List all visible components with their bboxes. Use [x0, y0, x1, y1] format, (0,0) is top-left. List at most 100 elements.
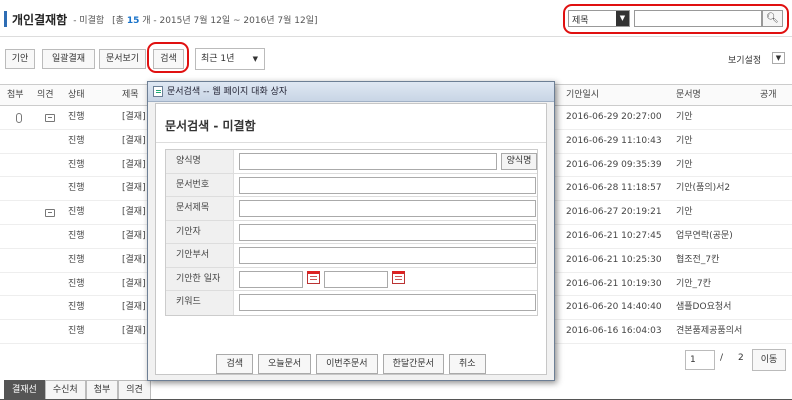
- search-button[interactable]: 🔍︎: [762, 10, 783, 27]
- form-row-form-name: 양식명 양식명: [166, 150, 537, 174]
- draft-date-label: 기안한 일자: [166, 267, 234, 290]
- view-settings-dropdown[interactable]: ▼: [772, 52, 785, 64]
- this-week-docs-button[interactable]: 이번주문서: [316, 354, 378, 374]
- cancel-button[interactable]: 취소: [448, 354, 486, 374]
- calendar-icon[interactable]: [307, 270, 320, 284]
- row-title[interactable]: [결재]: [122, 225, 146, 248]
- form-row-drafter: 기안자: [166, 220, 537, 244]
- row-doc-name: 기안(품의)서2: [676, 183, 731, 194]
- form-row-draft-date: 기안한 일자: [166, 267, 537, 291]
- date-to-input[interactable]: [324, 270, 388, 288]
- tab-recipients[interactable]: 수신처: [44, 380, 86, 400]
- page-title: 개인결재함: [12, 12, 68, 27]
- row-draft-date: 2016-06-21 10:27:45: [566, 231, 662, 241]
- chevron-down-icon: ▼: [775, 54, 782, 62]
- date-from-input[interactable]: [239, 270, 303, 288]
- tab-attachments[interactable]: 첨부: [85, 380, 119, 400]
- comment-icon: [45, 209, 55, 218]
- form-name-label: 양식명: [166, 150, 234, 173]
- col-comment[interactable]: 의견: [37, 85, 54, 105]
- row-doc-name: 기안: [676, 135, 693, 146]
- search-field-select[interactable]: 제목 ▼: [568, 10, 630, 27]
- drafter-input[interactable]: [239, 223, 536, 241]
- drafter-dept-input[interactable]: [239, 247, 536, 264]
- form-row-doc-number: 문서번호: [166, 173, 537, 197]
- toolbar-search-button[interactable]: 검색: [153, 49, 184, 69]
- pager-total: 2: [738, 353, 744, 363]
- dialog-search-button[interactable]: 검색: [216, 354, 254, 374]
- row-draft-date: 2016-06-21 10:19:30: [566, 278, 662, 289]
- page-number-input[interactable]: 1: [685, 350, 715, 370]
- period-select[interactable]: 최근 1년 ▼: [195, 48, 265, 70]
- draft-button[interactable]: 기안: [5, 49, 35, 69]
- row-draft-date: 2016-06-21 10:25:30: [566, 254, 662, 265]
- col-draft-date[interactable]: 기안일시: [566, 85, 599, 105]
- form-name-button[interactable]: 양식명: [501, 153, 537, 170]
- this-month-docs-button[interactable]: 한달간문서: [382, 354, 444, 374]
- col-title[interactable]: 제목: [122, 85, 139, 105]
- dialog-button-row: 검색 오늘문서 이번주문서 한달간문서 취소: [156, 354, 546, 374]
- form-row-doc-title: 문서제목: [166, 197, 537, 221]
- row-status: 진행: [68, 112, 85, 122]
- row-status: 진행: [68, 254, 85, 265]
- row-draft-date: 2016-06-27 20:19:21: [566, 207, 662, 218]
- view-settings-label[interactable]: 보기설정: [728, 53, 761, 66]
- row-draft-date: 2016-06-29 09:35:39: [566, 159, 662, 170]
- search-icon: 🔍︎: [766, 13, 779, 24]
- row-draft-date: 2016-06-28 11:18:57: [566, 183, 662, 194]
- drafter-dept-label: 기안부서: [166, 244, 234, 267]
- view-document-button[interactable]: 문서보기: [99, 49, 146, 69]
- row-title[interactable]: [결재]: [122, 106, 146, 129]
- doc-title-label: 문서제목: [166, 197, 234, 220]
- dialog-heading: 문서검색 - 미결함: [165, 119, 256, 133]
- row-status: 진행: [68, 326, 85, 337]
- row-doc-name: 샘플DO요청서: [676, 302, 732, 313]
- row-draft-date: 2016-06-29 20:27:00: [566, 112, 662, 122]
- bulk-approve-button[interactable]: 일괄결재: [42, 49, 95, 69]
- row-draft-date: 2016-06-29 11:10:43: [566, 135, 662, 146]
- doc-count-summary: [총 15 개 - 2015년 7월 12일 ~ 2016년 7월 12일]: [112, 15, 318, 26]
- row-title[interactable]: [결재]: [122, 130, 146, 153]
- row-status: 진행: [68, 302, 85, 313]
- keyword-label: 키워드: [166, 291, 234, 315]
- dialog-body: 문서검색 - 미결함 양식명 양식명 문서번호 문서제목 기안자 기안부서 기안…: [155, 103, 547, 375]
- col-attach[interactable]: 첨부: [7, 85, 24, 105]
- doc-number-input[interactable]: [239, 176, 536, 194]
- row-draft-date: 2016-06-20 14:40:40: [566, 302, 662, 313]
- chevron-down-icon: ▼: [252, 55, 258, 63]
- tab-approval-line[interactable]: 결재선: [4, 380, 45, 400]
- page-icon: [153, 86, 163, 97]
- row-doc-name: 기안_7칸: [676, 278, 712, 289]
- row-doc-name: 협조전_7칸: [676, 254, 720, 265]
- row-title[interactable]: [결재]: [122, 296, 146, 319]
- row-status: 진행: [68, 135, 85, 146]
- row-status: 진행: [68, 159, 85, 170]
- row-doc-name: 기안: [676, 207, 693, 218]
- doc-number-label: 문서번호: [166, 173, 234, 196]
- col-status[interactable]: 상태: [68, 85, 85, 105]
- pager-go-button[interactable]: 이동: [752, 349, 786, 371]
- pager-separator: /: [720, 353, 724, 363]
- title-accent-bar: [4, 11, 7, 27]
- page-header: 개인결재함 - 미결함 [총 15 개 - 2015년 7월 12일 ~ 201…: [4, 8, 318, 30]
- row-title[interactable]: [결재]: [122, 177, 146, 200]
- doc-title-input[interactable]: [239, 200, 536, 217]
- calendar-icon[interactable]: [392, 270, 405, 284]
- row-title[interactable]: [결재]: [122, 201, 146, 224]
- form-name-input[interactable]: [239, 153, 497, 170]
- col-doc-name[interactable]: 문서명: [676, 85, 701, 105]
- row-title[interactable]: [결재]: [122, 154, 146, 177]
- row-status: 진행: [68, 183, 85, 194]
- search-form: 양식명 양식명 문서번호 문서제목 기안자 기안부서 기안한 일자 키워드: [165, 149, 538, 316]
- dialog-titlebar[interactable]: 문서검색 -- 웹 페이지 대화 상자: [148, 82, 554, 102]
- today-docs-button[interactable]: 오늘문서: [258, 354, 312, 374]
- drafter-label: 기안자: [166, 220, 234, 243]
- keyword-input[interactable]: [239, 294, 536, 311]
- row-title[interactable]: [결재]: [122, 273, 146, 296]
- row-doc-name: 견본품제공품의서: [676, 326, 743, 337]
- col-public[interactable]: 공개: [760, 85, 777, 105]
- row-title[interactable]: [결재]: [122, 249, 146, 272]
- row-title[interactable]: [결재]: [122, 320, 146, 343]
- search-input[interactable]: [634, 10, 762, 27]
- tab-comments[interactable]: 의견: [118, 380, 151, 400]
